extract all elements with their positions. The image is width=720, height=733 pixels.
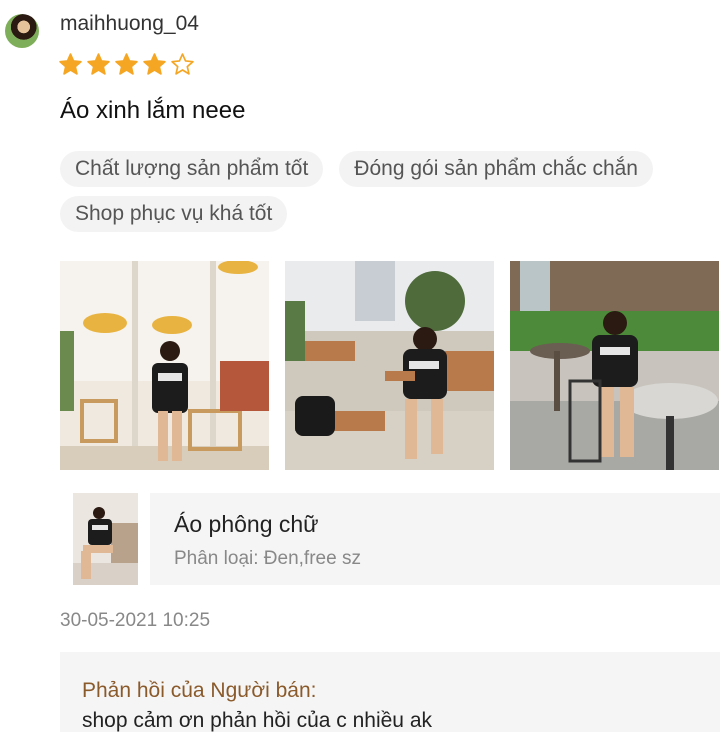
product-thumbnail[interactable]: [73, 493, 138, 585]
review-photo-1[interactable]: [60, 261, 269, 470]
review-tags: Chất lượng sản phẩm tốt Đóng gói sản phẩ…: [60, 151, 710, 232]
star-icon: [114, 52, 139, 77]
review-tag: Đóng gói sản phẩm chắc chắn: [339, 151, 653, 187]
product-card[interactable]: Áo phông chữ Phân loại: Đen,free sz: [60, 493, 720, 585]
review-comment: Áo xinh lắm neee: [60, 97, 246, 124]
review-timestamp: 30-05-2021 10:25: [60, 610, 211, 631]
star-outline-icon: [170, 52, 195, 77]
seller-reply-text: shop cảm ơn phản hồi của c nhiều ak: [82, 709, 432, 732]
product-name: Áo phông chữ: [174, 511, 319, 537]
seller-reply-title: Phản hồi của Người bán:: [82, 679, 317, 702]
review-tag: Chất lượng sản phẩm tốt: [60, 151, 324, 187]
review-photo-3[interactable]: [510, 261, 719, 470]
review-tag: Shop phục vụ khá tốt: [60, 196, 288, 232]
product-variant: Phân loại: Đen,free sz: [174, 548, 361, 569]
review-photo-2[interactable]: [285, 261, 494, 470]
reviewer-username[interactable]: maihhuong_04: [60, 12, 199, 36]
star-icon: [58, 52, 83, 77]
user-avatar[interactable]: [5, 14, 39, 48]
seller-reply-panel: Phản hồi của Người bán: shop cảm ơn phản…: [60, 652, 720, 732]
product-info: Áo phông chữ Phân loại: Đen,free sz: [150, 493, 720, 585]
star-icon: [86, 52, 111, 77]
star-icon: [142, 52, 167, 77]
review-photos: [60, 261, 719, 470]
rating-stars: [58, 52, 195, 77]
